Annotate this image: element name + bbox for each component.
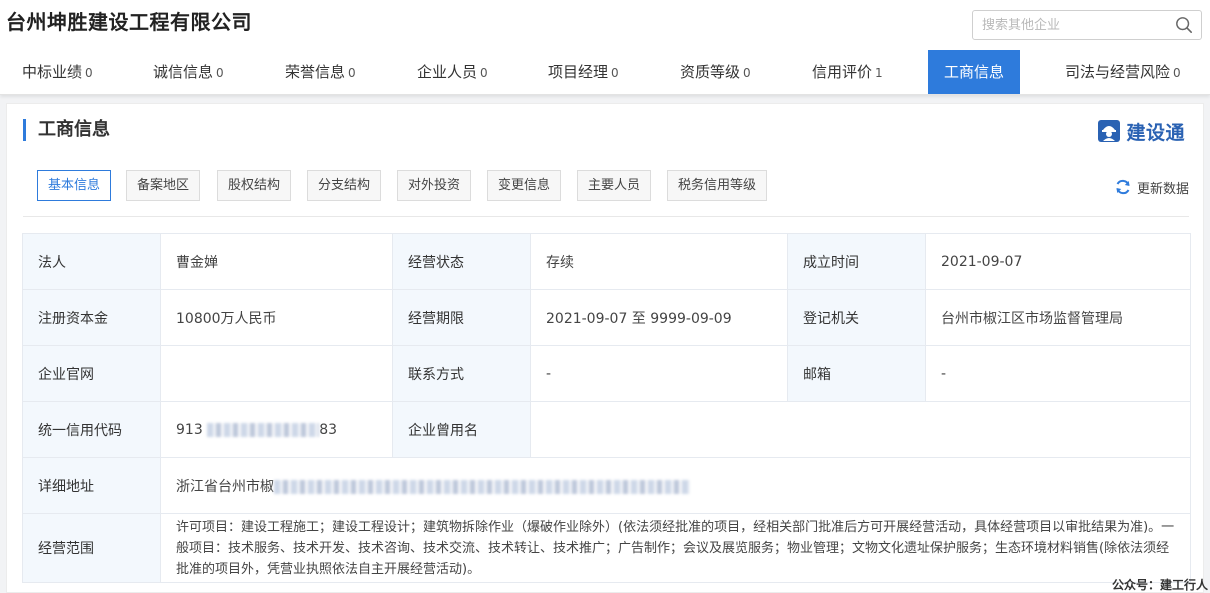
- tab-count: 0: [611, 66, 619, 80]
- brand-name: 建设通: [1126, 121, 1185, 144]
- tab-bid-performance[interactable]: 中标业绩 0: [22, 50, 93, 94]
- basic-info-table: 法人 曹金婵 经营状态 存续 成立时间 2021-09-07 注册资本金 108…: [22, 233, 1191, 583]
- table-row: 经营范围 许可项目：建设工程施工；建设工程设计；建筑物拆除作业（爆破作业除外）(…: [22, 513, 1191, 583]
- address-value: 浙江省台州市椒: [160, 457, 1191, 514]
- business-info-panel: 工商信息 建设通 基本信息 备案地区 股权结构 分支结构 对外投资 变更信息 主…: [6, 103, 1204, 593]
- website-value[interactable]: [160, 345, 393, 402]
- legal-rep-value: 曹金婵: [160, 233, 393, 290]
- contact-label: 联系方式: [392, 345, 531, 402]
- credit-code-suffix: 83: [319, 421, 338, 438]
- address-label: 详细地址: [22, 457, 161, 514]
- scope-label: 经营范围: [22, 513, 161, 583]
- subtab-branches[interactable]: 分支结构: [307, 170, 382, 201]
- table-row: 注册资本金 10800万人民币 经营期限 2021-09-07 至 9999-0…: [22, 289, 1191, 346]
- tab-count: 0: [743, 66, 751, 80]
- tab-count: 0: [480, 66, 488, 80]
- status-value: 存续: [530, 233, 788, 290]
- section-title: 工商信息: [23, 119, 110, 141]
- email-label: 邮箱: [787, 345, 926, 402]
- subtab-equity[interactable]: 股权结构: [217, 170, 292, 201]
- authority-label: 登记机关: [787, 289, 926, 346]
- worker-helmet-icon: [1098, 120, 1121, 142]
- former-name-label: 企业曾用名: [392, 401, 531, 458]
- refresh-label: 更新数据: [1136, 181, 1189, 197]
- subtab-key-personnel[interactable]: 主要人员: [577, 170, 652, 201]
- tab-label: 诚信信息: [153, 63, 214, 81]
- founded-label: 成立时间: [787, 233, 926, 290]
- refresh-button[interactable]: 更新数据: [1115, 178, 1189, 197]
- credit-code-label: 统一信用代码: [22, 401, 161, 458]
- top-bar: 台州坤胜建设工程有限公司 中标业绩0 诚信信息0 荣誉信息0 企业人员0 项目经…: [0, 0, 1210, 95]
- credit-code-value: 913 83: [160, 401, 393, 458]
- table-row: 详细地址 浙江省台州市椒: [22, 457, 1191, 514]
- subtab-tax-credit[interactable]: 税务信用等级: [667, 170, 768, 201]
- company-name: 台州坤胜建设工程有限公司: [6, 10, 252, 34]
- tab-label: 资质等级: [680, 63, 741, 81]
- table-row: 企业官网 联系方式 - 邮箱 -: [22, 345, 1191, 402]
- table-row: 统一信用代码 913 83 企业曾用名: [22, 401, 1191, 458]
- tab-count: 0: [85, 66, 93, 80]
- brand-logo: 建设通: [1098, 118, 1185, 144]
- tab-label: 项目经理: [548, 63, 609, 81]
- search-icon[interactable]: [1175, 16, 1193, 34]
- former-name-value: [530, 401, 1191, 458]
- tab-count: 0: [1173, 66, 1181, 80]
- tab-label: 工商信息: [944, 63, 1005, 81]
- tab-label: 中标业绩: [22, 63, 83, 81]
- subtab-filing-region[interactable]: 备案地区: [126, 170, 201, 201]
- divider: [23, 216, 1189, 217]
- tab-label: 荣誉信息: [285, 63, 346, 81]
- founded-value: 2021-09-07: [925, 233, 1191, 290]
- search-box[interactable]: [972, 10, 1202, 40]
- capital-label: 注册资本金: [22, 289, 161, 346]
- website-label: 企业官网: [22, 345, 161, 402]
- subtab-investments[interactable]: 对外投资: [397, 170, 472, 201]
- capital-value: 10800万人民币: [160, 289, 393, 346]
- address-prefix: 浙江省台州市椒: [176, 478, 274, 495]
- scope-value: 许可项目：建设工程施工；建设工程设计；建筑物拆除作业（爆破作业除外）(依法须经批…: [160, 513, 1191, 583]
- watermark: 公众号：建工行人: [1111, 578, 1208, 592]
- tab-project-managers[interactable]: 项目经理 0: [548, 50, 619, 94]
- contact-value: -: [530, 345, 788, 402]
- tab-label: 企业人员: [417, 63, 478, 81]
- tab-count: 0: [348, 66, 356, 80]
- redacted-block: [207, 422, 320, 437]
- tab-qualifications[interactable]: 资质等级 0: [680, 50, 751, 94]
- tab-label: 信用评价: [812, 63, 873, 81]
- term-value: 2021-09-07 至 9999-09-09: [530, 289, 788, 346]
- tab-staff[interactable]: 企业人员 0: [417, 50, 488, 94]
- term-label: 经营期限: [392, 289, 531, 346]
- refresh-icon: [1116, 179, 1130, 195]
- credit-code-prefix: 913: [176, 421, 203, 438]
- status-label: 经营状态: [392, 233, 531, 290]
- tab-legal-risk[interactable]: 司法与经营风险 0: [1065, 50, 1181, 94]
- legal-rep-label: 法人: [22, 233, 161, 290]
- subtab-basic-info[interactable]: 基本信息: [37, 170, 112, 201]
- table-row: 法人 曹金婵 经营状态 存续 成立时间 2021-09-07: [22, 233, 1191, 290]
- tab-count: 1: [875, 66, 883, 80]
- tab-credit-rating[interactable]: 信用评价 1: [812, 50, 883, 94]
- email-value: -: [925, 345, 1191, 402]
- tab-business-info[interactable]: 工商信息: [928, 50, 1021, 94]
- subtab-changes[interactable]: 变更信息: [487, 170, 562, 201]
- tab-credit-info[interactable]: 诚信信息 0: [153, 50, 224, 94]
- search-input[interactable]: [973, 11, 1163, 39]
- redacted-block: [274, 479, 690, 494]
- tab-label: 司法与经营风险: [1065, 63, 1171, 81]
- tab-count: 0: [216, 66, 224, 80]
- tab-honors[interactable]: 荣誉信息 0: [285, 50, 356, 94]
- authority-value: 台州市椒江区市场监督管理局: [925, 289, 1191, 346]
